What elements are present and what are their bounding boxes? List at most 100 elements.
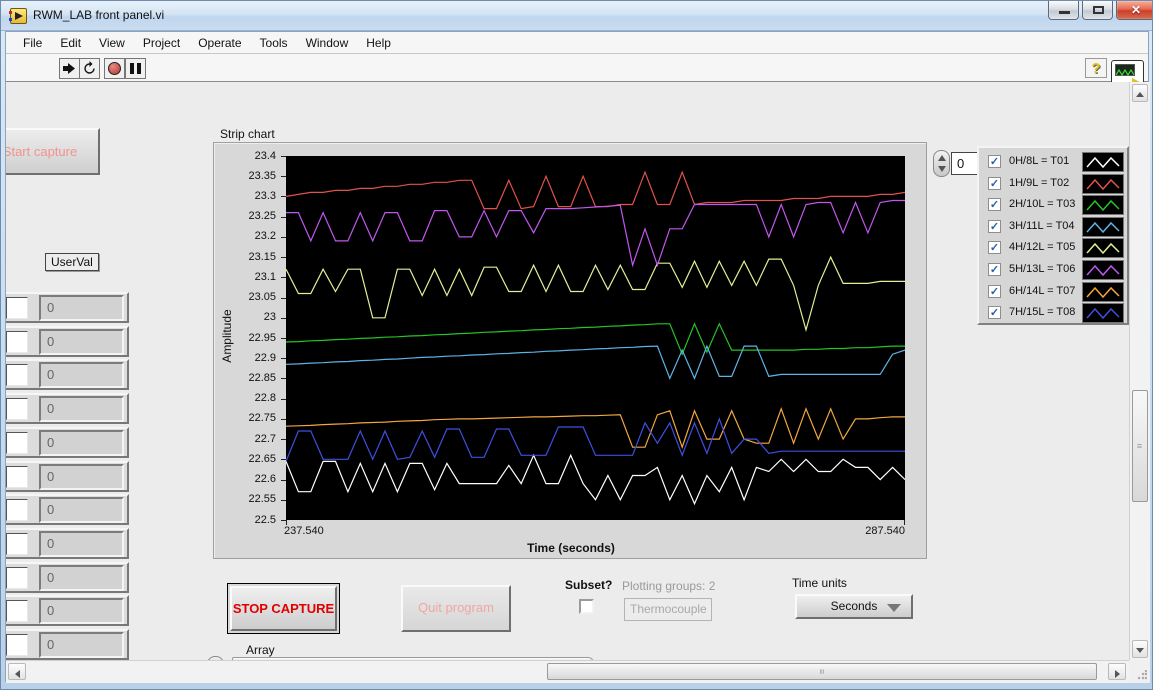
horizontal-scrollbar[interactable]: ≡ (6, 660, 1129, 683)
start-capture-button[interactable]: Start capture (6, 128, 100, 175)
legend-label[interactable]: 4H/12L = T05 (1009, 241, 1075, 253)
time-units-dropdown[interactable]: Seconds (795, 594, 913, 619)
legend-line-sample[interactable] (1082, 217, 1124, 237)
legend-row: ✓ 5H/13L = T06 (979, 259, 1127, 281)
userval-checkbox[interactable] (6, 466, 28, 488)
menu-item-tools[interactable]: Tools (251, 33, 297, 53)
run-continuous-button[interactable] (79, 58, 100, 79)
trace-T01 (286, 455, 905, 504)
stop-capture-button[interactable]: STOP CAPTURE (227, 583, 340, 634)
legend-line-sample[interactable] (1082, 282, 1124, 302)
pause-button[interactable] (125, 58, 146, 79)
legend-line-sample[interactable] (1082, 195, 1124, 215)
menu-item-file[interactable]: File (14, 33, 51, 53)
run-button[interactable] (59, 58, 80, 79)
subset-label: Subset? (565, 578, 612, 592)
userval-field[interactable]: 0 (39, 565, 124, 591)
userval-checkbox[interactable] (6, 634, 28, 656)
userval-checkbox[interactable] (6, 364, 28, 386)
x-axis-min-label: 237.540 (284, 525, 324, 537)
scroll-down-button[interactable] (1132, 640, 1148, 658)
legend-line-sample[interactable] (1082, 238, 1124, 258)
legend-checkbox[interactable]: ✓ (988, 220, 1001, 233)
y-tick (281, 298, 286, 299)
menu-item-project[interactable]: Project (134, 33, 189, 53)
userval-checkbox[interactable] (6, 297, 28, 319)
menu-item-view[interactable]: View (90, 33, 134, 53)
scroll-right-button[interactable] (1108, 663, 1126, 680)
abort-button[interactable] (104, 58, 125, 79)
userval-field[interactable]: 0 (39, 497, 124, 523)
userval-checkbox[interactable] (6, 499, 28, 521)
legend-label[interactable]: 5H/13L = T06 (1009, 263, 1075, 275)
y-tick (281, 459, 286, 460)
legend-checkbox[interactable]: ✓ (988, 177, 1001, 190)
userval-field[interactable]: 0 (39, 531, 124, 557)
subset-checkbox[interactable] (579, 599, 594, 614)
legend-checkbox[interactable]: ✓ (988, 285, 1001, 298)
menu-item-window[interactable]: Window (297, 33, 358, 53)
legend-label[interactable]: 6H/14L = T07 (1009, 285, 1075, 297)
userval-field[interactable]: 0 (39, 396, 124, 422)
maximize-button[interactable] (1082, 1, 1113, 20)
legend-scroll-spinner[interactable] (933, 150, 950, 177)
menu-item-edit[interactable]: Edit (51, 33, 90, 53)
minimize-button[interactable] (1048, 1, 1079, 20)
legend-label[interactable]: 0H/8L = T01 (1009, 155, 1069, 167)
legend-line-sample[interactable] (1082, 152, 1124, 172)
legend-label[interactable]: 1H/9L = T02 (1009, 177, 1069, 189)
legend-checkbox[interactable]: ✓ (988, 155, 1001, 168)
menu-item-operate[interactable]: Operate (189, 33, 250, 53)
menu-item-help[interactable]: Help (357, 33, 400, 53)
legend-checkbox[interactable]: ✓ (988, 241, 1001, 254)
userval-row: 0 (6, 629, 129, 660)
legend-checkbox[interactable]: ✓ (988, 263, 1001, 276)
legend-label[interactable]: 3H/11L = T04 (1009, 220, 1075, 232)
spinner-up-icon[interactable] (938, 155, 946, 161)
userval-field[interactable]: 0 (39, 598, 124, 624)
legend-label[interactable]: 2H/10L = T03 (1009, 198, 1075, 210)
resize-grip-icon (1137, 670, 1147, 680)
close-button[interactable]: ✕ (1116, 1, 1153, 20)
legend-checkbox[interactable]: ✓ (988, 306, 1001, 319)
userval-row: 0 (6, 326, 129, 357)
quit-program-button[interactable]: Quit program (401, 585, 511, 632)
vertical-scrollbar[interactable]: ≡ (1129, 82, 1150, 660)
legend-label[interactable]: 7H/15L = T08 (1009, 306, 1075, 318)
scroll-up-button[interactable] (1132, 84, 1148, 102)
y-tick-label: 22.75 (214, 412, 276, 424)
y-tick-label: 23 (214, 311, 276, 323)
resize-grip[interactable] (1129, 660, 1150, 683)
userval-field[interactable]: 0 (39, 295, 124, 321)
userval-field[interactable]: 0 (39, 464, 124, 490)
title-bar[interactable]: RWM_LAB front panel.vi ✕ (1, 1, 1152, 31)
legend-checkbox[interactable]: ✓ (988, 198, 1001, 211)
legend-line-sample[interactable] (1082, 303, 1124, 323)
strip-chart-label: Strip chart (220, 127, 275, 141)
userval-checkbox[interactable] (6, 331, 28, 353)
horizontal-scroll-thumb[interactable]: ≡ (547, 663, 1097, 680)
userval-row: 0 (6, 427, 129, 458)
strip-chart-plot[interactable] (286, 156, 905, 520)
trace-T04 (286, 346, 905, 378)
y-tick-label: 23.25 (214, 210, 276, 222)
legend-line-sample[interactable] (1082, 174, 1124, 194)
minimize-icon (1059, 11, 1070, 14)
vertical-scroll-thumb[interactable]: ≡ (1132, 390, 1148, 502)
trace-T06 (286, 201, 905, 266)
y-tick (281, 156, 286, 157)
userval-field[interactable]: 0 (39, 430, 124, 456)
y-tick (281, 217, 286, 218)
userval-field[interactable]: 0 (39, 329, 124, 355)
userval-checkbox[interactable] (6, 600, 28, 622)
userval-field[interactable]: 0 (39, 632, 124, 658)
spinner-down-icon[interactable] (938, 166, 946, 172)
userval-checkbox[interactable] (6, 567, 28, 589)
userval-checkbox[interactable] (6, 398, 28, 420)
userval-field[interactable]: 0 (39, 362, 124, 388)
userval-checkbox[interactable] (6, 432, 28, 454)
context-help-button[interactable]: ? (1085, 58, 1107, 78)
userval-checkbox[interactable] (6, 533, 28, 555)
legend-line-sample[interactable] (1082, 260, 1124, 280)
scroll-left-button[interactable] (8, 663, 26, 680)
